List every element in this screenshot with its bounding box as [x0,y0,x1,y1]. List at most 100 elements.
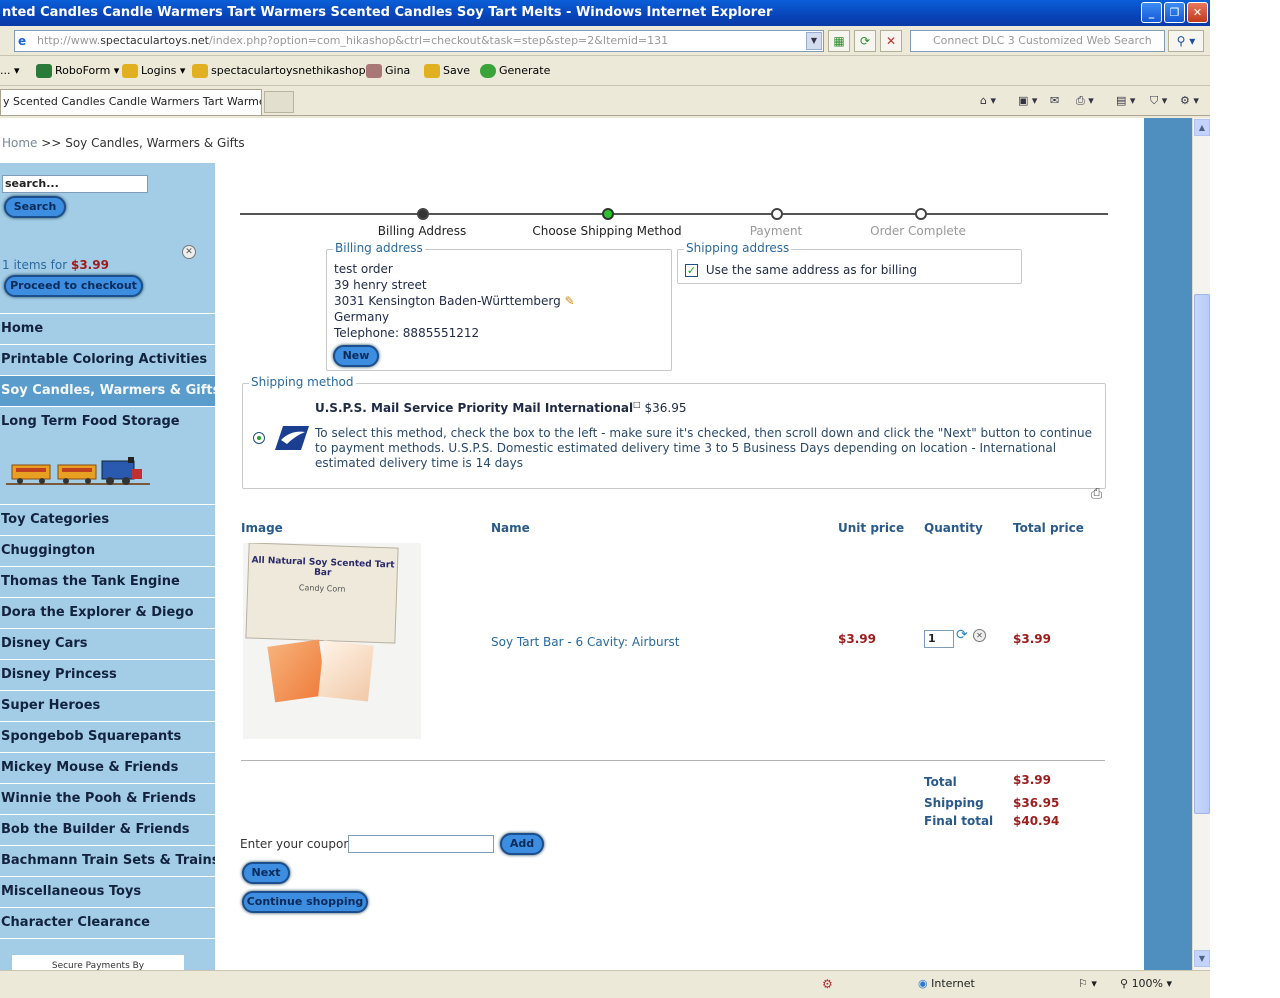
same-address-label: Use the same address as for billing [705,263,917,277]
save-label: Save [443,64,471,77]
toolbar-overflow[interactable]: ... ▾ [0,63,20,79]
address-dropdown-icon[interactable]: ▼ [806,32,822,50]
sidebar-menu-top: Home Printable Coloring Activities Soy C… [0,313,215,438]
stop-icon[interactable]: ✕ [880,30,902,52]
protected-mode-icon[interactable]: ⚐ ▾ [1078,977,1097,990]
sidebar-item-mickey[interactable]: Mickey Mouse & Friends [0,753,215,784]
quantity-input[interactable]: 1 [924,630,954,648]
shipping-method-box: Shipping method U.S.P.S. Mail Service Pr… [242,375,1106,489]
print-cart-icon[interactable]: ⎙ [1091,486,1102,502]
coupon-label: Enter your coupon [240,837,351,851]
sidebar-search-button[interactable]: Search [4,196,66,218]
home-icon[interactable]: ⌂ ▾ [980,92,996,110]
close-window-button[interactable]: ✕ [1187,2,1208,23]
sidebar-item-spongebob[interactable]: Spongebob Squarepants [0,722,215,753]
safety-icon[interactable]: ⛉ ▾ [1150,92,1167,110]
menu-label: Miscellaneous Toys [1,884,142,899]
tools-gear-icon[interactable]: ⚙ ▾ [1180,92,1199,110]
zoom-label: 100% [1131,977,1164,990]
saved-login-icon [192,64,208,78]
generate-label: Generate [499,64,551,77]
scroll-down-icon[interactable]: ▼ [1194,950,1210,967]
product-name-link[interactable]: Soy Tart Bar - 6 Cavity: Airburst [491,635,680,649]
coupon-input[interactable] [348,835,494,853]
sidebar-item-misc-toys[interactable]: Miscellaneous Toys [0,877,215,908]
menu-label: Bachmann Train Sets & Trains [1,853,215,868]
step-complete-label: Order Complete [870,224,966,238]
sidebar-item-bob-builder[interactable]: Bob the Builder & Friends [0,815,215,846]
scroll-thumb[interactable] [1194,294,1210,814]
sidebar-item-bachmann[interactable]: Bachmann Train Sets & Trains [0,846,215,877]
menu-label: Home [1,321,44,336]
web-search-input[interactable]: Connect DLC 3 Customized Web Search [910,30,1165,52]
sidebar-item-home[interactable]: Home [0,314,215,345]
remove-item-icon[interactable]: ✕ [973,629,986,642]
browser-tab-active[interactable]: y Scented Candles Candle Warmers Tart Wa… [0,89,262,115]
train-logo-image [6,457,150,485]
sidebar-item-food-storage[interactable]: Long Term Food Storage [0,407,215,438]
product-label-card: All Natural Soy Scented Tart Bar Candy C… [245,543,399,644]
same-address-checkbox[interactable]: ✓ [685,263,698,277]
method-note-icon: □ [633,400,641,409]
roboform-item[interactable]: RoboForm ▾ [36,63,119,79]
compatibility-view-icon[interactable]: ▦ [828,30,850,52]
sidebar-search-button-label: Search [13,200,57,213]
new-tab-button[interactable] [264,91,294,113]
sidebar-item-super-heroes[interactable]: Super Heroes [0,691,215,722]
maximize-button[interactable]: ❐ [1164,2,1185,23]
menu-label: Thomas the Tank Engine [1,574,180,589]
sidebar-item-thomas[interactable]: Thomas the Tank Engine [0,567,215,598]
col-header-image: Image [241,521,283,535]
shipping-value: $36.95 [1013,796,1060,810]
billing-address-legend: Billing address [333,241,425,255]
breadcrumb-home-link[interactable]: Home [2,136,37,150]
address-input[interactable]: e http://www.spectaculartoys.net/index.p… [14,30,824,52]
cart-close-icon[interactable]: ✕ [182,245,196,259]
sidebar-item-soy-candles[interactable]: Soy Candles, Warmers & Gifts [0,376,215,407]
sidebar-item-disney-cars[interactable]: Disney Cars [0,629,215,660]
tab-label: y Scented Candles Candle Warmers Tart Wa… [3,95,262,108]
totals-divider [241,760,1105,761]
page-icon[interactable]: ▤ ▾ [1116,92,1135,110]
vertical-scrollbar[interactable]: ▲ ▼ [1192,118,1210,970]
sidebar-item-coloring[interactable]: Printable Coloring Activities [0,345,215,376]
security-zone[interactable]: ◉ Internet [918,977,975,990]
scroll-up-icon[interactable]: ▲ [1194,119,1210,136]
window-title: nted Candles Candle Warmers Tart Warmers… [2,5,773,20]
shipping-method-radio[interactable] [253,432,265,444]
print-icon[interactable]: ⎙ ▾ [1076,92,1094,110]
sidebar-item-disney-princess[interactable]: Disney Princess [0,660,215,691]
search-go-icon[interactable]: ⚲ ▾ [1168,30,1204,52]
links-toolbar: ... ▾ RoboForm ▾ Logins ▾ spectaculartoy… [0,56,1210,86]
minimize-button[interactable]: _ [1141,2,1162,23]
edit-address-icon[interactable]: ✎ [565,294,575,308]
sidebar-item-toy-categories[interactable]: Toy Categories [0,505,215,536]
refresh-quantity-icon[interactable]: ⟳ [956,627,968,643]
add-coupon-button[interactable]: Add [500,833,544,855]
saved-login-label: spectaculartoysnethikashop [211,64,366,77]
saved-login-item[interactable]: spectaculartoysnethikashop [192,63,366,79]
final-total-label: Final total [924,814,994,828]
next-button[interactable]: Next [242,862,290,884]
proceed-to-checkout-button[interactable]: Proceed to checkout [4,275,143,297]
feeds-icon[interactable]: ▣ ▾ [1018,92,1037,110]
logins-item[interactable]: Logins ▾ [122,63,185,79]
product-image[interactable]: All Natural Soy Scented Tart Bar Candy C… [243,543,421,739]
sidebar-search-input[interactable]: search... [2,175,148,193]
breadcrumb: Home >> Soy Candles, Warmers & Gifts [2,136,245,150]
generate-item[interactable]: Generate [480,63,550,79]
shipping-method-description: To select this method, check the box to … [315,426,1092,470]
identity-item[interactable]: Gina [366,63,410,79]
sidebar-item-chuggington[interactable]: Chuggington [0,536,215,567]
sidebar-item-clearance[interactable]: Character Clearance [0,908,215,939]
save-item[interactable]: Save [424,63,470,79]
new-address-button[interactable]: New [333,345,379,367]
sidebar-item-dora[interactable]: Dora the Explorer & Diego [0,598,215,629]
sidebar-item-winnie[interactable]: Winnie the Pooh & Friends [0,784,215,815]
url-prefix: http://www. [37,34,101,47]
refresh-icon[interactable]: ⟳ [854,30,876,52]
popup-blocked-icon[interactable]: ⚙ [822,977,833,991]
zoom-control[interactable]: ⚲ 100% ▾ [1120,977,1172,990]
mail-icon[interactable]: ✉ [1050,92,1059,110]
continue-shopping-button[interactable]: Continue shopping [242,891,368,913]
